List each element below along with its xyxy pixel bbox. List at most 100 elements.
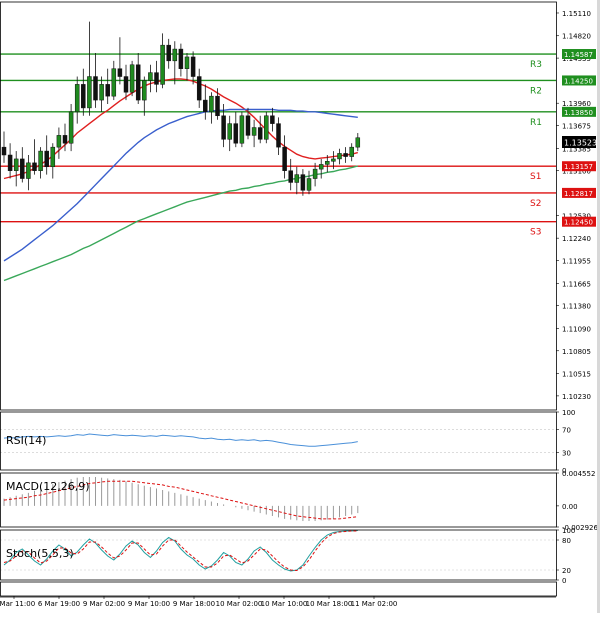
candle-body-down <box>178 48 184 69</box>
candle-body-up <box>251 127 257 136</box>
stochastic-title: Stoch(5,5,3) <box>6 547 74 560</box>
candle-body-up <box>160 44 165 85</box>
stochastic-tick-label: 0 <box>562 577 566 585</box>
candle-body-up <box>264 115 269 140</box>
candle-body-down <box>166 44 171 62</box>
time-tick-label: 9 Mar 18:00 <box>173 600 215 608</box>
candle-body-up <box>337 153 342 160</box>
level-tag-label-s3: 1.12450 <box>564 219 593 227</box>
candle-body-up <box>184 56 190 69</box>
candle-body-down <box>300 174 306 191</box>
candle <box>239 111 245 148</box>
level-tag-label-r1: 1.13850 <box>564 109 593 117</box>
candle-body-up <box>99 84 104 101</box>
candle-body-up <box>148 72 153 81</box>
time-tick-label: 10 Mar 18:00 <box>306 600 353 608</box>
current-price-label: 1.13523 <box>564 139 597 148</box>
stochastic-tick-label: 100 <box>562 527 575 535</box>
time-tick-label: 9 Mar 10:00 <box>128 600 170 608</box>
candle-body-up <box>325 161 330 165</box>
level-name-r1: R1 <box>530 118 542 128</box>
candle-body-down <box>203 99 208 113</box>
level-tag-label-r3: 1.14587 <box>564 51 593 59</box>
candle-body-down <box>81 84 86 109</box>
candle <box>129 60 135 97</box>
macd-tick-label: 0.004552 <box>562 470 595 478</box>
candle-body-down <box>44 150 49 168</box>
candle-body-up <box>38 150 43 171</box>
candle-body-down <box>257 127 263 140</box>
current-price-tag: 1.13523 <box>562 136 597 148</box>
level-name-r2: R2 <box>530 86 542 96</box>
time-tick-label: 6 Mar 11:00 <box>0 600 35 608</box>
time-tick-label: 9 Mar 02:00 <box>83 600 125 608</box>
candle-body-up <box>306 178 312 191</box>
candle-body-up <box>227 123 232 140</box>
level-tag-label-s1: 1.13157 <box>564 163 593 171</box>
candle-body-up <box>142 80 147 101</box>
price-tick-label: 1.10230 <box>562 393 591 401</box>
trading-chart: R3R2R1S1S2S3 1.151101.148201.145351.1396… <box>0 0 600 613</box>
candle-body-up <box>239 115 245 144</box>
candle-body-up <box>312 168 318 179</box>
candle-body-down <box>196 76 202 101</box>
candle-body-down <box>282 146 287 171</box>
candle-body-up <box>172 48 178 62</box>
candle-body-down <box>288 170 293 183</box>
candle-body-up <box>56 135 62 148</box>
candle-body-down <box>105 84 110 97</box>
candle-body-down <box>245 115 251 136</box>
level-name-r3: R3 <box>530 60 542 70</box>
stochastic-tick-label: 20 <box>562 567 571 575</box>
price-tick-label: 1.15110 <box>562 10 591 18</box>
rsi-tick-label: 30 <box>562 450 571 458</box>
level-name-s1: S1 <box>530 172 541 182</box>
price-tick-label: 1.10515 <box>562 371 591 379</box>
candle-body-down <box>276 123 281 148</box>
time-tick-label: 10 Mar 10:00 <box>261 600 308 608</box>
candle-body-down <box>7 154 13 171</box>
candle-body-down <box>62 135 68 144</box>
time-tick-label: 10 Mar 02:00 <box>216 600 263 608</box>
candle-body-down <box>123 76 129 93</box>
time-tick-label: 11 Mar 02:00 <box>351 600 398 608</box>
candle-body-down <box>190 56 196 77</box>
candle-body-up <box>355 137 361 148</box>
candle-body-down <box>20 158 25 179</box>
candle-body-down <box>343 153 348 157</box>
candle-body-up <box>87 76 92 109</box>
rsi-tick-label: 100 <box>562 409 575 417</box>
candle-body-down <box>32 162 37 171</box>
candle-body-up <box>26 162 31 179</box>
candle-body-up <box>111 68 117 97</box>
candle-body-down <box>117 68 123 77</box>
price-tick-label: 1.11955 <box>562 258 591 266</box>
candle-body-up <box>209 95 214 113</box>
candle-body-up <box>318 164 324 170</box>
candle-body-up <box>68 111 74 144</box>
price-tick-label: 1.14820 <box>562 33 591 41</box>
macd-tick-label: 0.00 <box>562 503 578 511</box>
candle-body-down <box>215 95 220 117</box>
price-tick-label: 1.10805 <box>562 348 591 356</box>
price-tick-label: 1.12240 <box>562 235 591 243</box>
candle-body-up <box>74 84 80 113</box>
macd-title: MACD(12,26,9) <box>6 480 90 493</box>
candle-body-down <box>93 76 98 101</box>
price-tick-label: 1.11380 <box>562 303 591 311</box>
candle-body-up <box>129 64 135 93</box>
rsi-tick-label: 70 <box>562 426 571 434</box>
candle-body-up <box>331 158 336 162</box>
time-tick-label: 6 Mar 19:00 <box>38 600 80 608</box>
level-name-s3: S3 <box>530 228 541 238</box>
price-tick-label: 1.13675 <box>562 123 591 131</box>
price-tick-label: 1.11665 <box>562 280 591 288</box>
stochastic-tick-label: 80 <box>562 537 571 545</box>
candle-body-down <box>154 72 159 85</box>
candle-body-up <box>50 146 56 168</box>
level-tag-label-r2: 1.14250 <box>564 77 593 85</box>
candle-body-down <box>135 64 141 101</box>
level-name-s2: S2 <box>530 199 541 209</box>
candle-body-up <box>294 174 300 183</box>
candle-body-up <box>349 146 354 157</box>
